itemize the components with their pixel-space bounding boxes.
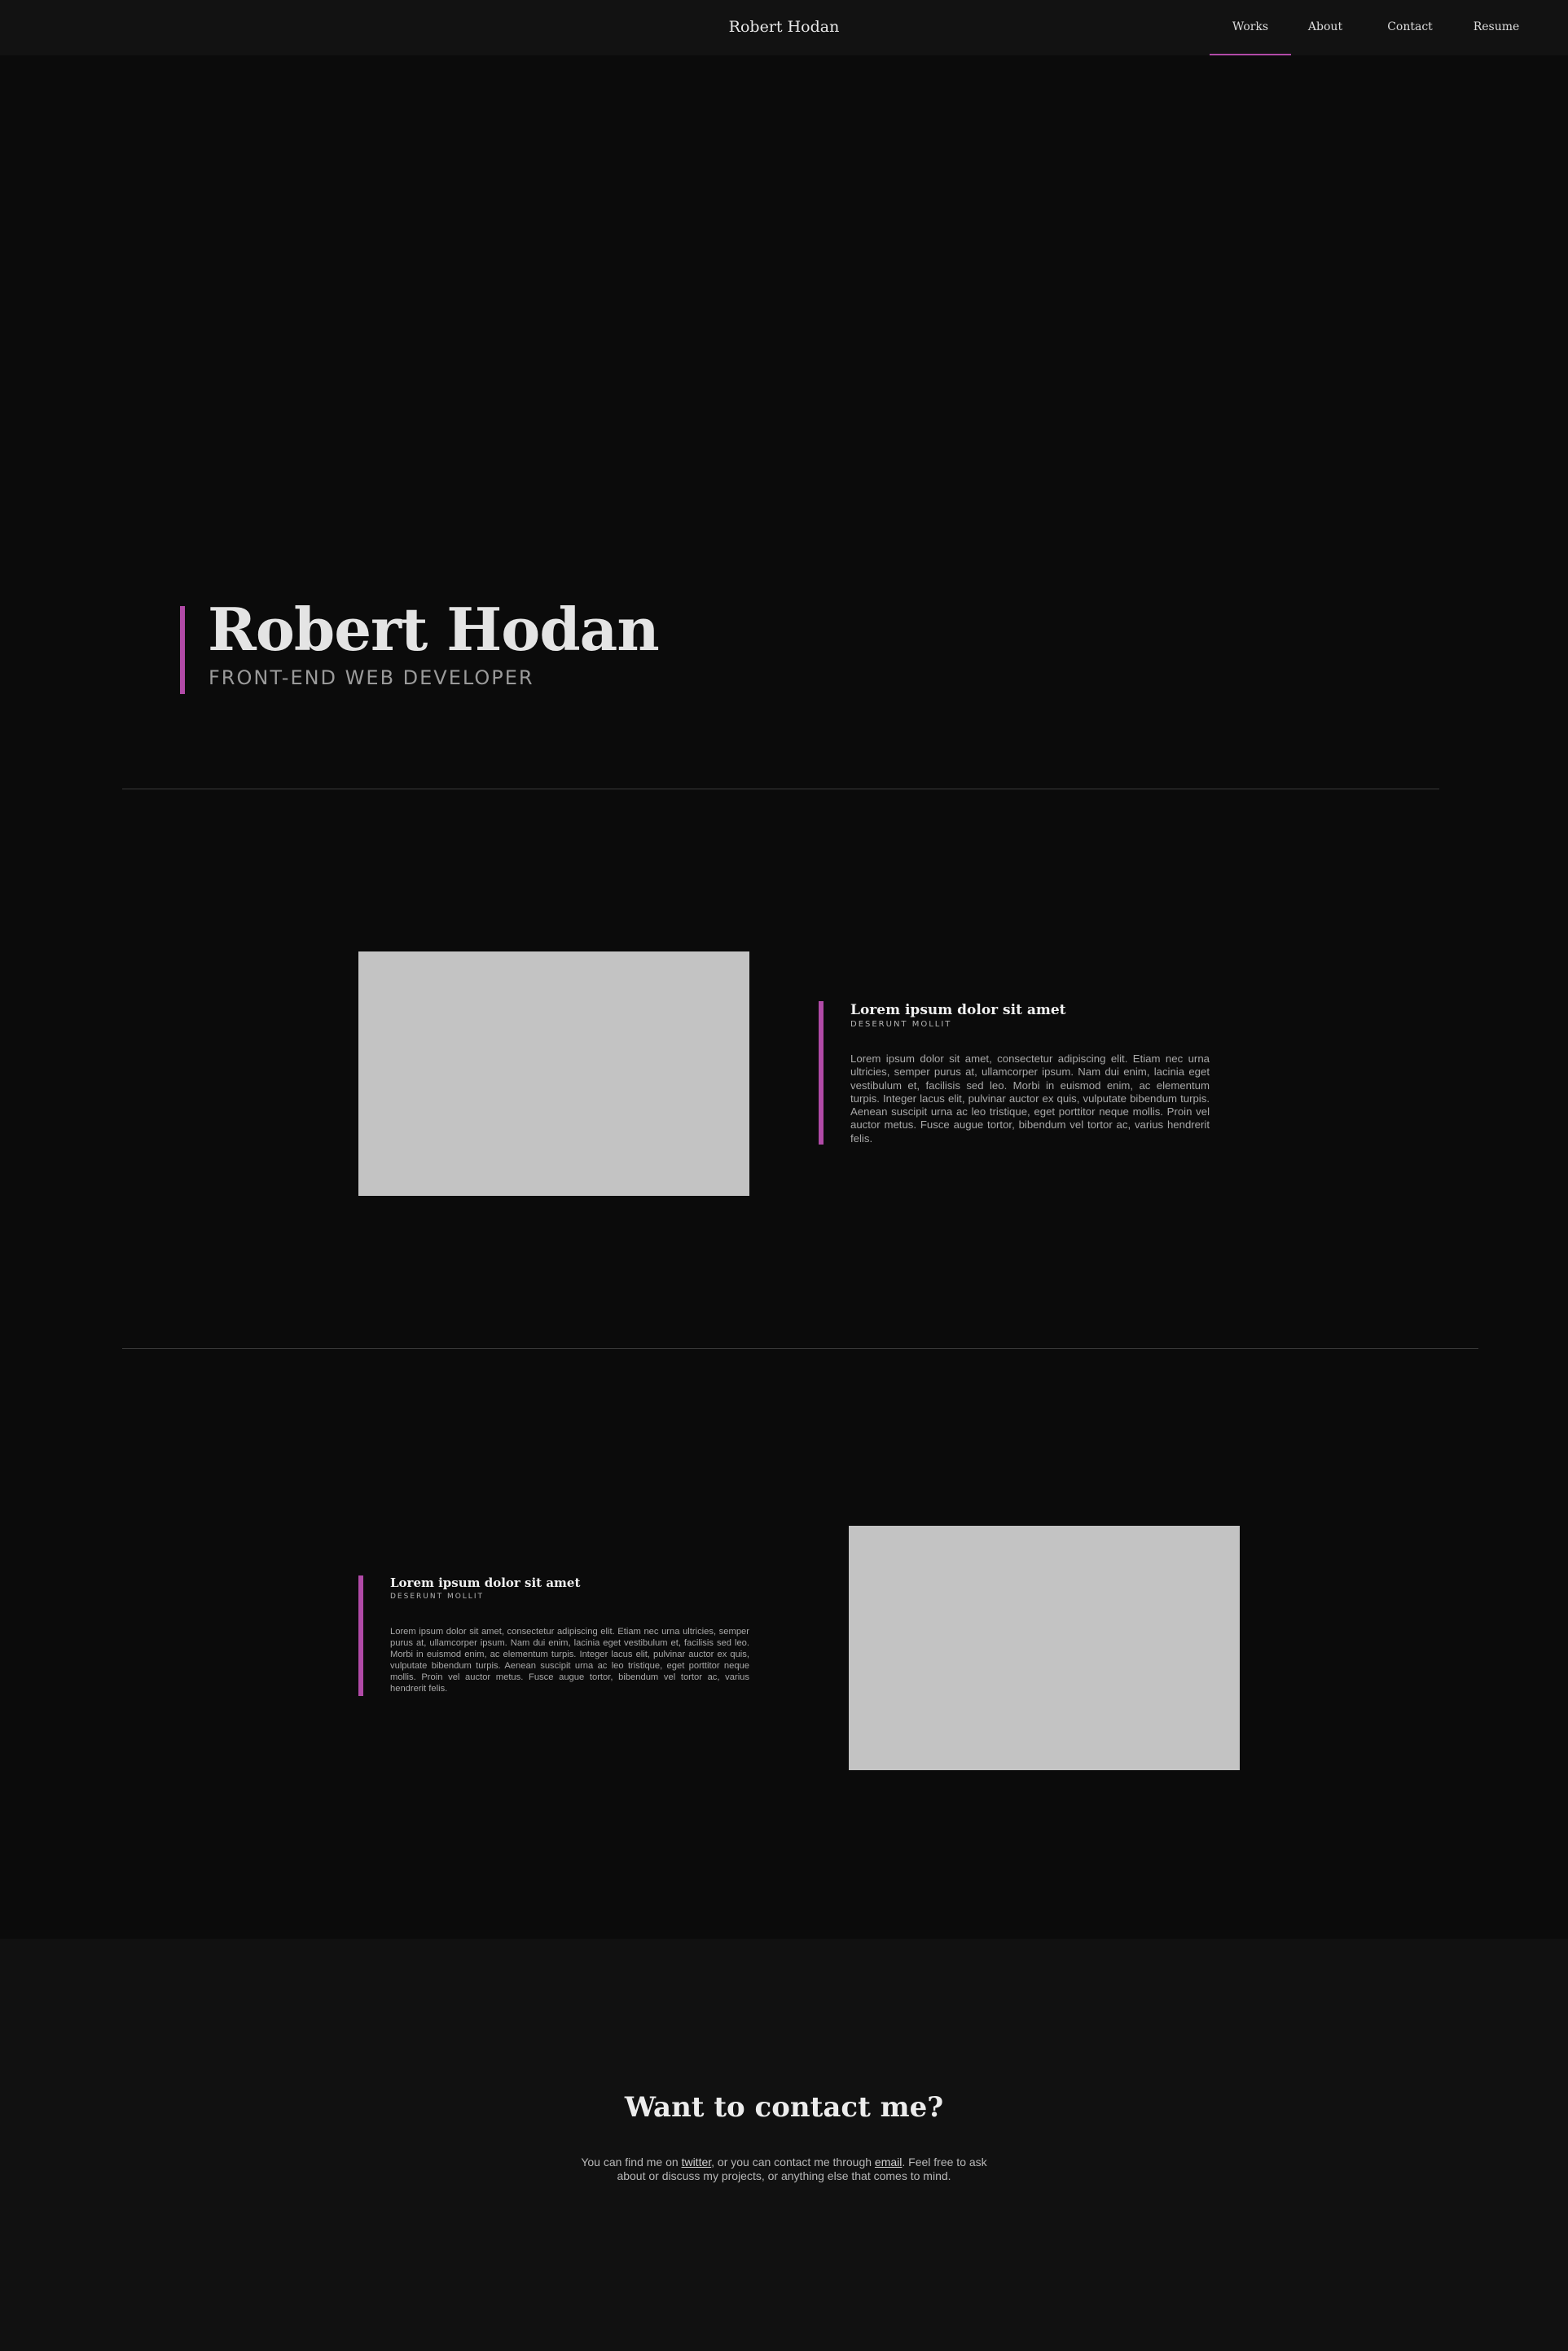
nav-contact[interactable]: Contact — [1373, 0, 1447, 55]
project-2-accent-bar — [358, 1575, 363, 1696]
contact-text: You can find me on twitter, or you can c… — [580, 2155, 988, 2183]
contact-text-middle: , or you can contact me through — [711, 2155, 875, 2169]
nav-about[interactable]: About — [1291, 0, 1359, 55]
project-2-description: Lorem ipsum dolor sit amet, consectetur … — [390, 1627, 749, 1694]
project-1-subtitle: DESERUNT MOLLIT — [850, 1020, 952, 1029]
nav-works[interactable]: Works — [1210, 0, 1291, 55]
hero-accent-bar — [180, 606, 185, 694]
project-2-title[interactable]: Lorem ipsum dolor sit amet — [390, 1575, 580, 1591]
email-link[interactable]: email — [875, 2155, 902, 2169]
project-1-description: Lorem ipsum dolor sit amet, consectetur … — [850, 1052, 1210, 1145]
project-1-thumbnail[interactable] — [358, 951, 749, 1196]
top-navbar: Robert Hodan Works About Contact Resume — [0, 0, 1568, 55]
project-2-subtitle: DESERUNT MOLLIT — [390, 1593, 484, 1601]
brand-name[interactable]: Robert Hodan — [729, 18, 840, 36]
project-2-thumbnail[interactable] — [849, 1526, 1240, 1770]
hero-title: Robert Hodan — [208, 595, 660, 664]
contact-text-intro: You can find me on — [581, 2155, 682, 2169]
project-1-title[interactable]: Lorem ipsum dolor sit amet — [850, 1001, 1066, 1019]
hero-subtitle: FRONT-END WEB DEVELOPER — [209, 666, 534, 689]
section-divider — [122, 1348, 1478, 1349]
contact-section — [0, 1939, 1568, 2351]
twitter-link[interactable]: twitter — [682, 2155, 712, 2169]
nav-resume[interactable]: Resume — [1459, 0, 1534, 55]
contact-title: Want to contact me? — [624, 2091, 944, 2124]
project-1-accent-bar — [819, 1001, 824, 1145]
